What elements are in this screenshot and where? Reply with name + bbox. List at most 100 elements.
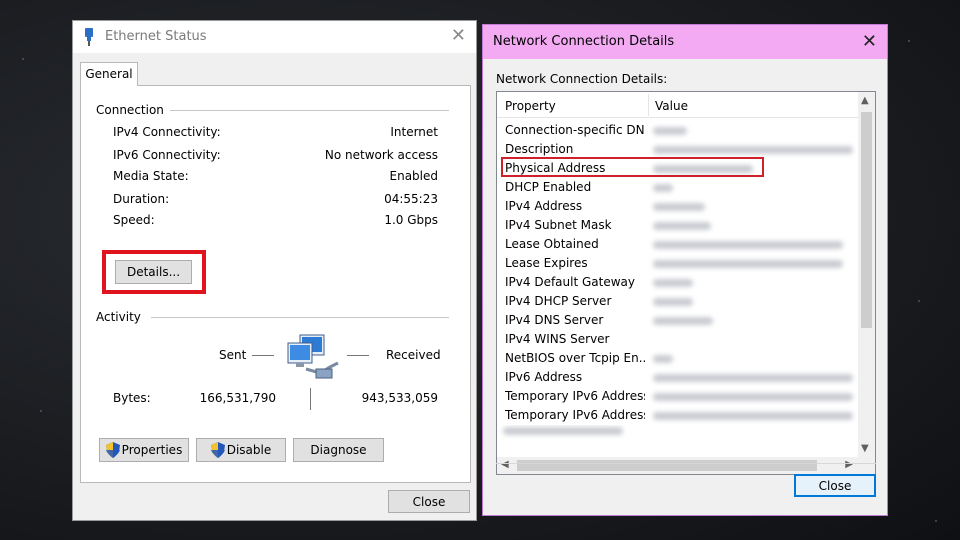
duration-value: 04:55:23 (384, 192, 438, 206)
group-divider (151, 317, 449, 318)
received-line (347, 355, 369, 356)
sent-label: Sent (219, 348, 247, 362)
property-name: Temporary IPv6 Address (505, 408, 645, 422)
close-button[interactable]: Close (794, 474, 876, 497)
bytes-received-value: 943,533,059 (361, 391, 438, 405)
column-header-property[interactable]: Property (505, 99, 556, 113)
list-item[interactable]: IPv4 DNS Server (497, 311, 859, 330)
property-name: IPv4 DHCP Server (505, 294, 612, 308)
title-bar[interactable]: Ethernet Status ✕ (73, 21, 476, 53)
ethernet-status-window: Ethernet Status ✕ General Connection IPv… (72, 20, 477, 521)
background-speck (918, 300, 920, 302)
physical-address-highlight-box (501, 157, 764, 177)
bytes-label: Bytes: (113, 391, 151, 405)
scrollbar-corner (858, 457, 875, 474)
media-state-value: Enabled (389, 169, 439, 183)
blurred-value (653, 279, 693, 287)
window-title: Ethernet Status (105, 29, 207, 44)
list-item[interactable]: DHCP Enabled (497, 178, 859, 197)
tab-general[interactable]: General (80, 62, 138, 86)
ipv6-connectivity-value: No network access (324, 148, 438, 162)
blurred-value (503, 427, 623, 435)
duration-label: Duration: (113, 192, 170, 206)
property-name: DHCP Enabled (505, 180, 592, 194)
column-separator[interactable] (648, 94, 649, 116)
list-item[interactable]: Temporary IPv6 Address (497, 406, 859, 425)
property-name: IPv4 DNS Server (505, 313, 604, 327)
bytes-divider (310, 388, 311, 410)
blurred-value (653, 355, 673, 363)
disable-button[interactable]: Disable (196, 438, 286, 462)
received-label: Received (386, 348, 441, 362)
activity-group-label: Activity (96, 310, 147, 324)
property-name: IPv4 Default Gateway (505, 275, 635, 289)
scroll-right-icon[interactable]: ▶ (845, 460, 853, 470)
ipv6-connectivity-label: IPv6 Connectivity: (113, 148, 221, 162)
uac-shield-icon (105, 442, 120, 458)
close-icon[interactable]: ✕ (862, 33, 877, 51)
property-name: NetBIOS over Tcpip En... (505, 351, 645, 365)
vertical-scroll-thumb[interactable] (861, 112, 872, 328)
list-caption: Network Connection Details: (496, 72, 668, 86)
title-bar[interactable]: Network Connection Details ✕ (483, 25, 887, 59)
disable-button-label: Disable (226, 443, 272, 457)
property-name: IPv4 Subnet Mask (505, 218, 612, 232)
list-item[interactable]: IPv4 Default Gateway (497, 273, 859, 292)
blurred-value (653, 374, 853, 382)
background-speck (935, 520, 937, 522)
vertical-scrollbar[interactable]: ▲ ▼ (858, 92, 875, 458)
background-speck (40, 410, 42, 412)
blurred-value (653, 203, 705, 211)
property-name: Temporary IPv6 Address (505, 389, 645, 403)
blurred-value (653, 241, 843, 249)
blurred-value (653, 260, 843, 268)
footer-divider (496, 463, 876, 464)
network-computers-icon (287, 334, 339, 379)
list-item[interactable]: Connection-specific DN... (497, 121, 859, 140)
blurred-value (653, 412, 853, 420)
network-connection-details-window: Network Connection Details ✕ Network Con… (482, 24, 888, 516)
background-speck (908, 40, 910, 42)
property-name: Lease Obtained (505, 237, 599, 251)
scroll-down-icon[interactable]: ▼ (861, 444, 869, 454)
list-item[interactable]: IPv4 DHCP Server (497, 292, 859, 311)
blurred-value (653, 393, 853, 401)
list-item[interactable]: Lease Obtained (497, 235, 859, 254)
sent-line (252, 355, 274, 356)
list-item[interactable]: IPv4 Subnet Mask (497, 216, 859, 235)
horizontal-scroll-thumb[interactable] (517, 460, 817, 471)
column-header-value[interactable]: Value (655, 99, 688, 113)
close-button[interactable]: Close (388, 490, 470, 513)
list-item[interactable]: IPv6 Address (497, 368, 859, 387)
details-list[interactable]: Property Value Connection-specific DN...… (496, 91, 876, 475)
general-panel: Connection IPv4 Connectivity: Internet I… (80, 85, 471, 483)
ipv4-connectivity-label: IPv4 Connectivity: (113, 125, 221, 139)
horizontal-scrollbar[interactable]: ◀ ▶ (497, 457, 859, 474)
list-item[interactable]: IPv4 WINS Server (497, 330, 859, 349)
property-name: IPv4 WINS Server (505, 332, 610, 346)
blurred-value (653, 317, 713, 325)
properties-button-label: Properties (121, 443, 183, 457)
property-name: IPv4 Address (505, 199, 583, 213)
background-speck (22, 58, 24, 60)
diagnose-button[interactable]: Diagnose (293, 438, 384, 462)
close-icon[interactable]: ✕ (451, 27, 466, 45)
list-item[interactable]: Lease Expires (497, 254, 859, 273)
list-item[interactable]: NetBIOS over Tcpip En... (497, 349, 859, 368)
list-item[interactable]: IPv4 Address (497, 197, 859, 216)
blurred-value (653, 298, 693, 306)
property-name: Description (505, 142, 574, 156)
scroll-up-icon[interactable]: ▲ (861, 96, 869, 106)
uac-shield-icon (210, 442, 225, 458)
blurred-value (653, 146, 853, 154)
properties-button[interactable]: Properties (99, 438, 189, 462)
blurred-value (653, 184, 673, 192)
details-button[interactable]: Details... (115, 260, 192, 284)
media-state-label: Media State: (113, 169, 189, 183)
list-item-partial[interactable] (497, 425, 859, 439)
property-name: IPv6 Address (505, 370, 583, 384)
property-name: Lease Expires (505, 256, 588, 270)
property-name: Connection-specific DN... (505, 123, 645, 137)
scroll-left-icon[interactable]: ◀ (501, 460, 509, 470)
list-item[interactable]: Temporary IPv6 Address (497, 387, 859, 406)
